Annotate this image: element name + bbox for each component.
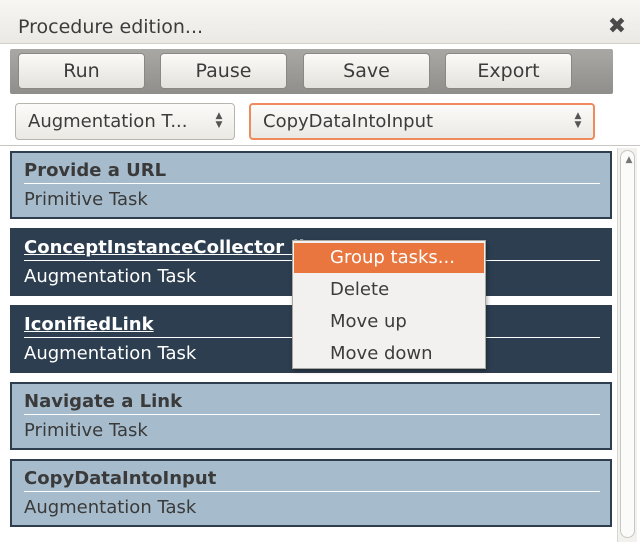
menu-item-delete[interactable]: Delete	[294, 275, 484, 305]
spinner-arrows-icon: ▲ ▼	[574, 111, 582, 130]
run-button[interactable]: Run	[18, 53, 145, 89]
context-menu: Group tasks... Delete Move up Move down	[292, 240, 486, 369]
toolbar: Run Pause Save Export	[10, 49, 613, 94]
task-divider	[24, 491, 600, 492]
task-name: ConceptInstanceCollector (i	[24, 237, 305, 258]
task-item[interactable]: Provide a URL Primitive Task	[10, 151, 612, 219]
window-title: Procedure edition...	[18, 16, 204, 38]
task-item[interactable]: CopyDataIntoInput Augmentation Task	[10, 459, 612, 527]
category-select[interactable]: Augmentation T... ▲ ▼	[15, 103, 235, 140]
task-name: CopyDataIntoInput	[24, 468, 217, 489]
task-select[interactable]: CopyDataIntoInput ▲ ▼	[249, 103, 595, 140]
task-divider	[24, 183, 600, 184]
save-button[interactable]: Save	[303, 53, 430, 89]
category-select-value: Augmentation T...	[28, 111, 188, 132]
menu-item-group-tasks[interactable]: Group tasks...	[294, 243, 484, 273]
task-divider	[24, 414, 600, 415]
menu-item-move-down[interactable]: Move down	[294, 339, 484, 369]
task-list-scrollbar[interactable]: ▲	[617, 148, 637, 542]
task-item[interactable]: Navigate a Link Primitive Task	[10, 382, 612, 450]
spinner-arrows-icon: ▲ ▼	[215, 111, 223, 130]
task-name: IconifiedLink	[24, 314, 154, 335]
task-type: Augmentation Task	[24, 343, 197, 364]
title-bar: Procedure edition... ✖	[0, 0, 640, 44]
task-name: Navigate a Link	[24, 391, 183, 412]
menu-item-move-up[interactable]: Move up	[294, 307, 484, 337]
task-select-value: CopyDataIntoInput	[263, 111, 434, 132]
task-type: Augmentation Task	[24, 497, 197, 518]
task-type: Primitive Task	[24, 420, 148, 441]
export-button[interactable]: Export	[445, 53, 572, 89]
task-name: Provide a URL	[24, 160, 167, 181]
scroll-up-icon[interactable]: ▲	[624, 155, 634, 165]
pause-button[interactable]: Pause	[160, 53, 287, 89]
task-type: Primitive Task	[24, 189, 148, 210]
scrollbar-thumb[interactable]: ▲	[620, 150, 635, 538]
close-icon[interactable]: ✖	[606, 16, 628, 38]
task-type: Augmentation Task	[24, 266, 197, 287]
